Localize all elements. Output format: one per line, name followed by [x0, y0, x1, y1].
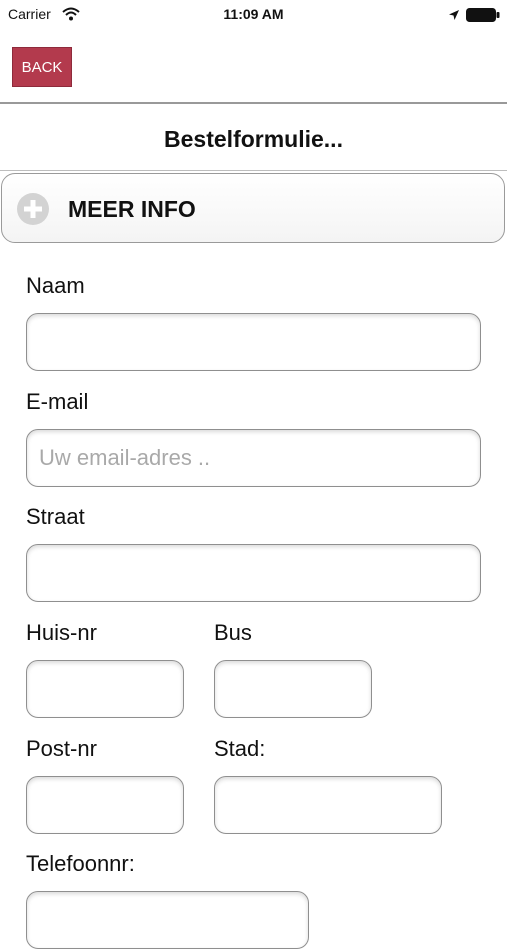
- meer-info-label: MEER INFO: [68, 196, 196, 222]
- bus-label: Bus: [214, 620, 252, 645]
- naam-input[interactable]: [26, 313, 481, 371]
- location-icon: [449, 10, 459, 20]
- huisnr-input[interactable]: [26, 660, 184, 718]
- battery-icon: [466, 8, 500, 22]
- page-title: Bestelformulie...: [164, 126, 343, 152]
- stad-input[interactable]: [214, 776, 442, 834]
- straat-label: Straat: [26, 504, 85, 529]
- nav-bar: BACK: [0, 32, 507, 104]
- plus-icon: [17, 193, 49, 225]
- huisnr-label: Huis-nr: [26, 620, 97, 645]
- back-button[interactable]: BACK: [12, 47, 72, 87]
- naam-label: Naam: [26, 273, 85, 298]
- telefoon-label: Telefoonnr:: [26, 851, 135, 876]
- status-bar: Carrier 11:09 AM: [0, 0, 507, 32]
- title-bar: Bestelformulie...: [0, 104, 507, 171]
- straat-input[interactable]: [26, 544, 481, 602]
- postnr-label: Post-nr: [26, 736, 97, 761]
- email-input[interactable]: [26, 429, 481, 487]
- status-time: 11:09 AM: [223, 6, 284, 22]
- bus-input[interactable]: [214, 660, 372, 718]
- postnr-input[interactable]: [26, 776, 184, 834]
- meer-info-collapsible[interactable]: MEER INFO: [1, 173, 505, 243]
- stad-label: Stad:: [214, 736, 266, 761]
- email-label: E-mail: [26, 389, 89, 414]
